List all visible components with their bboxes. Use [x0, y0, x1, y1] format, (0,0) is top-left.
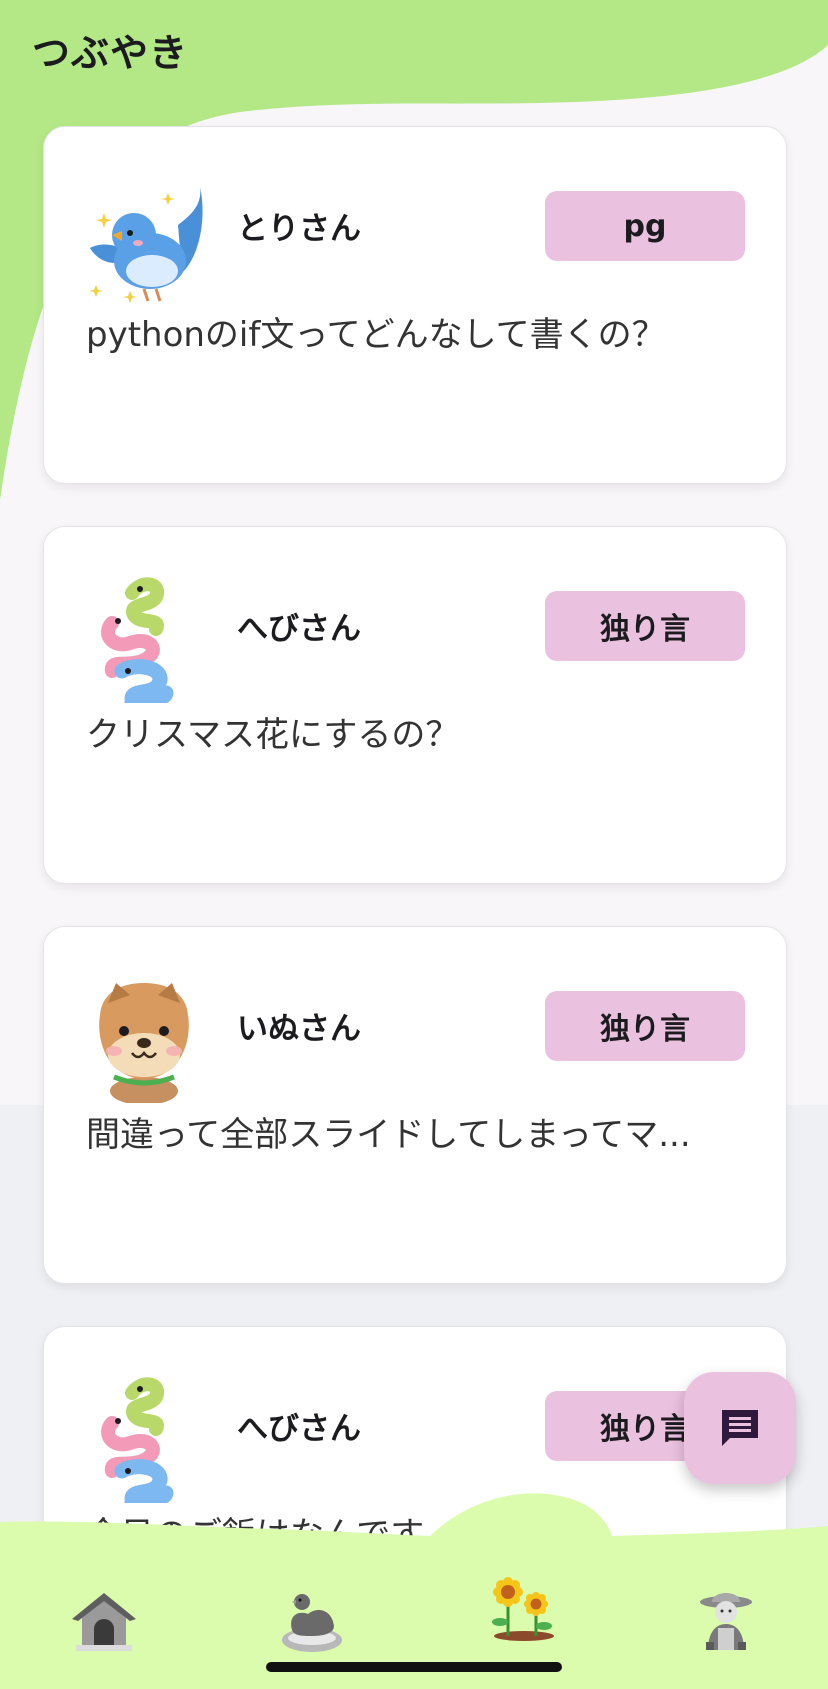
post-username: とりさん	[237, 211, 361, 247]
nav-profile[interactable]	[690, 1584, 762, 1656]
chat-icon	[722, 1410, 758, 1446]
page-title: つぶやき	[32, 31, 189, 75]
post-username: いぬさん	[237, 1011, 361, 1047]
new-post-button[interactable]	[684, 1372, 796, 1484]
bird-icon	[82, 173, 206, 303]
hen-nest-icon	[282, 1594, 342, 1652]
snake-icon	[82, 1373, 206, 1509]
snake-icon	[82, 573, 206, 709]
home-indicator	[266, 1662, 562, 1672]
post-username: へびさん	[237, 611, 361, 647]
post-text: pythonのif文ってどんなして書くの？	[86, 315, 666, 355]
post-tag-button[interactable]: 独り言	[545, 591, 745, 661]
post-card[interactable]: へびさん 独り言 クリスマス花にするの？	[43, 526, 787, 884]
nav-home[interactable]	[68, 1585, 140, 1657]
nav-garden[interactable]	[482, 1566, 564, 1648]
post-text: クリスマス花にするの？	[86, 715, 460, 755]
post-username: へびさん	[237, 1411, 361, 1447]
post-card[interactable]: いぬさん 独り言 間違って全部スライドしてしまってマ...	[43, 926, 787, 1284]
sunflower-icon	[492, 1577, 554, 1641]
post-tag-button[interactable]: 独り言	[545, 991, 745, 1061]
post-text: 間違って全部スライドしてしまってマ...	[86, 1115, 691, 1155]
nav-hen-house[interactable]	[276, 1584, 348, 1656]
doghouse-icon	[72, 1593, 136, 1651]
dog-icon	[82, 973, 206, 1105]
post-tag-button[interactable]: pg	[545, 191, 745, 261]
farmer-icon	[700, 1593, 752, 1650]
post-card[interactable]: とりさん pg pythonのif文ってどんなして書くの？	[43, 126, 787, 484]
